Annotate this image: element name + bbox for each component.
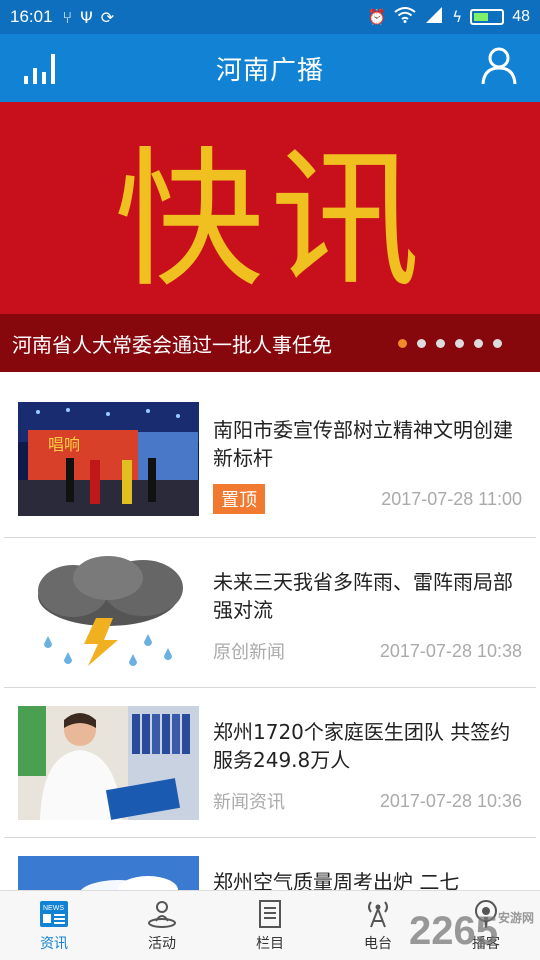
news-meta: 原创新闻 2017-07-28 10:38 (213, 638, 522, 664)
news-list-item[interactable]: 未来三天我省多阵雨、雷阵雨局部强对流 原创新闻 2017-07-28 10:38 (4, 538, 536, 688)
carousel-dot[interactable] (474, 339, 483, 348)
news-time: 2017-07-28 10:36 (379, 790, 522, 811)
news-meta: 新闻资讯 2017-07-28 10:36 (213, 788, 522, 814)
svg-text:NEWS: NEWS (43, 905, 64, 912)
tab-label: 活动 (148, 935, 176, 952)
carousel-dot[interactable] (436, 339, 445, 348)
news-title: 郑州1720个家庭医生团队 共签约服务249.8万人 (213, 720, 511, 772)
status-time: 16:01 (10, 7, 53, 26)
app-bar: 河南广播 (0, 34, 540, 102)
tab-label: 资讯 (40, 935, 68, 952)
banner-headline-graphic: 快讯 (113, 134, 426, 308)
battery-icon (470, 9, 505, 25)
news-time: 2017-07-28 10:38 (379, 640, 522, 661)
news-title: 南阳市委宣传部树立精神文明创建新标杆 (213, 418, 513, 470)
banner-carousel[interactable]: 快讯 河南省人大常委会通过一批人事任免 (0, 102, 540, 372)
page-title: 河南广播 (215, 55, 324, 86)
news-meta: 置顶 2017-07-28 11:00 (213, 484, 522, 514)
sync-icon: ⟳ (100, 7, 115, 27)
radio-tower-icon (368, 900, 388, 927)
news-source: 原创新闻 (213, 642, 285, 663)
share-icon: ⑂ (62, 7, 73, 27)
cellular-4g-icon (424, 7, 444, 27)
charging-icon: ϟ (452, 8, 463, 26)
news-list-item[interactable]: 唱响 南阳市委宣传部树立精神文明创建新标杆 置顶 2017-07-28 11:0… (4, 372, 536, 538)
usb-icon: Ψ (80, 7, 93, 27)
news-thumbnail-stage: 唱响 (18, 402, 199, 516)
news-icon: NEWS (40, 900, 68, 927)
carousel-dot[interactable] (493, 339, 502, 348)
tab-news[interactable]: NEWS 资讯 (0, 891, 108, 960)
news-thumbnail-doctor (18, 706, 199, 820)
carousel-dot[interactable] (417, 339, 426, 348)
news-time: 2017-07-28 11:00 (381, 488, 522, 509)
wifi-icon (394, 7, 416, 27)
banner-caption: 河南省人大常委会通过一批人事任免 (12, 332, 332, 357)
user-profile-icon[interactable] (480, 46, 518, 86)
site-watermark: 2265安游网 (409, 909, 534, 953)
column-icon (259, 899, 281, 928)
news-list-item[interactable]: 郑州1720个家庭医生团队 共签约服务249.8万人 新闻资讯 2017-07-… (4, 688, 536, 838)
news-title: 未来三天我省多阵雨、雷阵雨局部强对流 (213, 570, 513, 622)
news-list: 唱响 南阳市委宣传部树立精神文明创建新标杆 置顶 2017-07-28 11:0… (0, 372, 540, 960)
news-thumbnail-weather (18, 556, 199, 670)
alarm-icon: ⏰ (367, 8, 387, 26)
tab-column[interactable]: 栏目 (216, 891, 324, 960)
svg-text:唱响: 唱响 (48, 435, 80, 454)
tab-label: 电台 (364, 935, 392, 952)
news-source: 新闻资讯 (213, 792, 285, 813)
signal-bars-icon[interactable] (22, 50, 58, 86)
carousel-dots (398, 339, 502, 348)
carousel-dot[interactable] (455, 339, 464, 348)
activity-icon (148, 900, 176, 928)
battery-level: 48 (512, 8, 530, 25)
carousel-dot[interactable] (398, 339, 407, 348)
pinned-badge: 置顶 (213, 484, 265, 514)
tab-label: 栏目 (256, 935, 284, 952)
status-bar: 16:01 ⑂ Ψ ⟳ ⏰ ϟ 48 (0, 0, 540, 34)
bottom-tab-bar: NEWS 资讯 活动 栏目 电台 播客 2265安游网 (0, 890, 540, 960)
tab-activity[interactable]: 活动 (108, 891, 216, 960)
